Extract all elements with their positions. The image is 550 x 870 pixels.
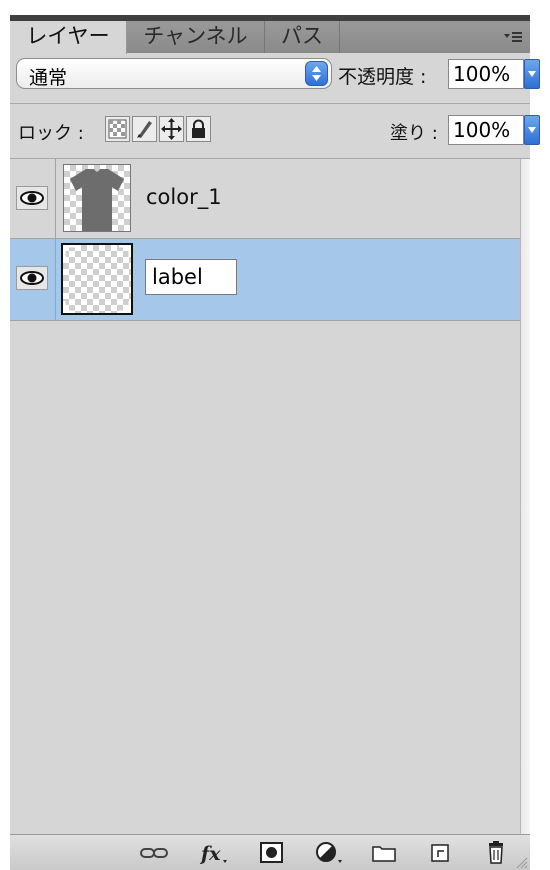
layer-list: color_1	[10, 159, 520, 834]
opacity-field[interactable]: 100%	[448, 59, 524, 89]
t-shirt-icon	[70, 169, 124, 231]
svg-text:fx: fx	[199, 843, 221, 865]
lock-position-icon[interactable]	[159, 116, 184, 142]
layer-thumbnail[interactable]	[61, 243, 133, 315]
blend-mode-select[interactable]: 通常	[16, 58, 332, 89]
visibility-cell	[10, 239, 56, 320]
trash-icon[interactable]	[480, 839, 512, 867]
fill-field[interactable]: 100%	[448, 115, 524, 145]
lock-transparent-pixels-icon[interactable]	[105, 116, 130, 142]
opacity-label: 不透明度 :	[338, 66, 427, 88]
blend-row: 通常 不透明度 : 100%	[10, 53, 540, 97]
selection-corners-icon	[63, 245, 131, 313]
new-layer-icon[interactable]	[424, 839, 456, 867]
eye-icon[interactable]	[16, 266, 48, 290]
lock-all-icon[interactable]	[186, 116, 211, 142]
layer-style-fx-icon[interactable]: fx	[198, 839, 230, 867]
fill-label: 塗り :	[390, 123, 438, 144]
bottom-toolbar: fx	[10, 834, 530, 870]
adjustment-layer-icon[interactable]	[312, 839, 344, 867]
new-group-icon[interactable]	[368, 839, 400, 867]
blend-mode-value: 通常	[29, 67, 68, 89]
tab-layers[interactable]: レイヤー	[10, 21, 127, 54]
tab-bar: レイヤー チャンネル パス	[10, 15, 530, 54]
lock-image-pixels-icon[interactable]	[132, 116, 157, 142]
link-layers-icon[interactable]	[138, 839, 170, 867]
fill-dropdown-arrow-icon[interactable]	[524, 115, 540, 145]
layers-panel: レイヤー チャンネル パス 通常 不透明度 : 100% ロック: 塗り: …	[10, 15, 540, 870]
layer-mask-icon[interactable]	[256, 839, 288, 867]
layer-row[interactable]: color_1	[10, 159, 520, 239]
tab-paths[interactable]: パス	[265, 21, 340, 53]
layer-thumbnail[interactable]	[63, 164, 131, 232]
layer-name-input[interactable]	[145, 259, 237, 295]
tab-channels[interactable]: チャンネル	[127, 21, 265, 53]
visibility-cell	[10, 159, 56, 238]
up-down-arrows-icon[interactable]	[305, 61, 328, 86]
divider	[10, 103, 530, 104]
layer-row-selected[interactable]	[10, 239, 520, 321]
lock-label: ロック :	[18, 123, 84, 144]
layer-name: color_1	[146, 185, 222, 209]
eye-icon[interactable]	[16, 186, 48, 210]
resize-grip-icon[interactable]	[514, 854, 528, 869]
scrollbar-track[interactable]	[520, 159, 530, 834]
panel-menu-icon[interactable]	[502, 25, 524, 49]
lock-row: ロック : 塗り: 100%	[10, 111, 540, 151]
opacity-dropdown-arrow-icon[interactable]	[524, 59, 540, 89]
